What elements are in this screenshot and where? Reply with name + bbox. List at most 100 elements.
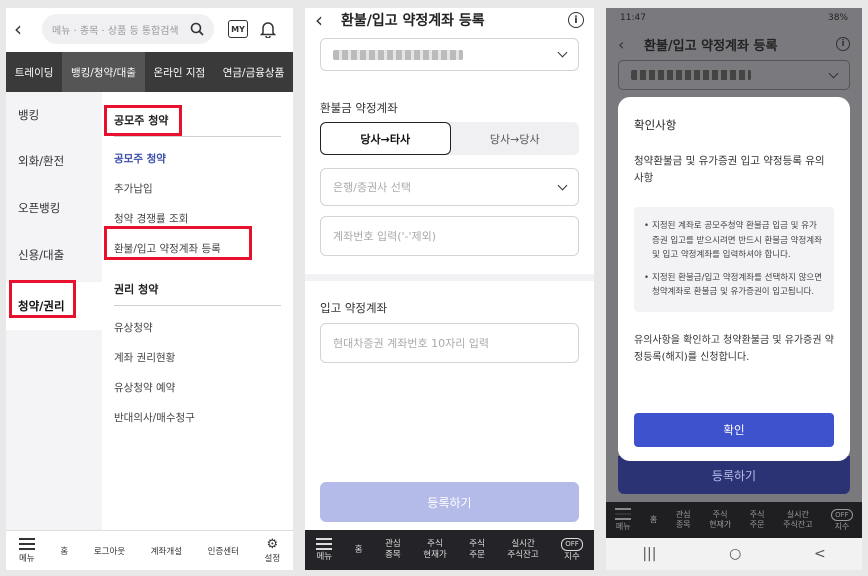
account-placeholder: 계좌번호 입력('-'제외) bbox=[333, 230, 437, 243]
nav-watchlist[interactable]: 관심 종목 bbox=[667, 510, 700, 530]
option-to-other[interactable]: 당사→타사 bbox=[320, 122, 451, 155]
submenu-additional[interactable]: 추가납입 bbox=[114, 173, 281, 203]
deposit-account-input[interactable]: 현대차증권 계좌번호 10자리 입력 bbox=[320, 323, 579, 363]
section-title-rights: 권리 청약 bbox=[114, 281, 281, 306]
register-screen: ‹ 환불/입고 약정계좌 등록 i 환불금 약정계좌 당사→타사 당사→당사 은… bbox=[305, 8, 594, 570]
tab-trading[interactable]: 트레이딩 bbox=[6, 52, 62, 92]
refund-account-label: 환불금 약정계좌 bbox=[320, 101, 398, 115]
nav-order[interactable]: 주식 주문 bbox=[458, 539, 496, 561]
back-icon[interactable]: ‹ bbox=[14, 17, 34, 41]
off-badge: OFF bbox=[561, 537, 583, 551]
nav-index-label: 지수 bbox=[834, 521, 850, 531]
submenu-appraisal[interactable]: 반대의사/매수청구 bbox=[114, 402, 281, 432]
confirm-button[interactable]: 확인 bbox=[634, 413, 834, 447]
nav-menu[interactable]: 메뉴 bbox=[606, 508, 641, 532]
recents-icon[interactable]: ||| bbox=[642, 546, 656, 562]
register-button[interactable]: 등록하기 bbox=[618, 456, 850, 494]
account-select[interactable] bbox=[618, 60, 850, 90]
masked-account bbox=[631, 70, 751, 80]
category-tabs: 트레이딩 뱅킹/청약/대출 온라인 지점 연금/금융상품 bbox=[6, 52, 293, 92]
tab-pension[interactable]: 연금/금융상품 bbox=[214, 52, 293, 92]
option-to-same[interactable]: 당사→당사 bbox=[451, 122, 580, 155]
nav-price[interactable]: 주식 현재가 bbox=[412, 539, 458, 561]
bottom-home[interactable]: 홈 bbox=[48, 545, 81, 557]
bank-placeholder: 은행/증권사 선택 bbox=[333, 181, 412, 194]
nav-balance[interactable]: 실시간 주식잔고 bbox=[774, 510, 822, 530]
header: ‹ 환불/입고 약정계좌 등록 i bbox=[305, 8, 594, 32]
side-item-fx[interactable]: 외화/환전 bbox=[6, 137, 102, 184]
nav-home[interactable]: 홈 bbox=[344, 545, 374, 556]
tab-online-branch[interactable]: 온라인 지점 bbox=[145, 52, 214, 92]
modal-footer-text: 유의사항을 확인하고 청약환불금 및 유가증권 약정등록(해지)를 신청합니다. bbox=[634, 334, 834, 363]
nav-watchlist[interactable]: 관심 종목 bbox=[374, 539, 412, 561]
bottom-open-account[interactable]: 계좌개설 bbox=[138, 545, 195, 557]
notice-item: 지정된 계좌로 공모주청약 환불금 입금 및 유가증권 입고를 받으시려면 반드… bbox=[644, 219, 824, 263]
system-nav-bar: ||| ○ < bbox=[606, 538, 862, 570]
bell-icon[interactable] bbox=[260, 20, 276, 38]
highlight-ipo-title bbox=[104, 105, 182, 136]
highlight-subscription bbox=[9, 280, 76, 318]
submenu: 공모주 청약 공모주 청약 추가납입 청약 경쟁률 조회 환불/입고 약정계좌 … bbox=[102, 92, 293, 530]
page-title: 환불/입고 약정계좌 등록 bbox=[644, 38, 778, 54]
nav-balance[interactable]: 실시간 주식잔고 bbox=[496, 539, 550, 561]
deposit-account-label: 입고 약정계좌 bbox=[320, 301, 388, 315]
bottom-settings[interactable]: ⚙ 설정 bbox=[252, 537, 293, 564]
bottom-menu-label: 메뉴 bbox=[18, 553, 35, 564]
quick-nav: 메뉴 홈 관심 종목 주식 현재가 주식 주문 실시간 주식잔고 OFF 지수 bbox=[305, 530, 594, 570]
hamburger-icon bbox=[615, 508, 632, 520]
tab-banking[interactable]: 뱅킹/청약/대출 bbox=[62, 52, 145, 92]
back-nav-icon[interactable]: < bbox=[814, 546, 826, 562]
transfer-type-toggle: 당사→타사 당사→당사 bbox=[320, 122, 579, 155]
back-icon[interactable]: ‹ bbox=[315, 8, 335, 32]
bottom-auth-center[interactable]: 인증센터 bbox=[195, 545, 252, 557]
info-icon[interactable]: i bbox=[568, 12, 584, 28]
search-bar: ‹ 메뉴 · 종목 · 상품 등 통합검색 MY bbox=[6, 8, 293, 50]
account-select[interactable] bbox=[320, 38, 579, 71]
search-icon[interactable] bbox=[190, 22, 204, 36]
chevron-down-icon bbox=[557, 47, 568, 58]
modal-title: 확인사항 bbox=[634, 118, 677, 132]
search-input[interactable]: 메뉴 · 종목 · 상품 등 통합검색 bbox=[42, 14, 214, 44]
nav-price[interactable]: 주식 현재가 bbox=[700, 510, 741, 530]
deposit-placeholder: 현대차증권 계좌번호 10자리 입력 bbox=[333, 337, 490, 350]
side-item-loan[interactable]: 신용/대출 bbox=[6, 231, 102, 278]
nav-index[interactable]: OFF 지수 bbox=[822, 508, 862, 532]
hamburger-icon bbox=[18, 537, 35, 550]
gear-icon: ⚙ bbox=[266, 537, 279, 552]
nav-menu-label: 메뉴 bbox=[316, 551, 333, 562]
nav-order[interactable]: 주식 주문 bbox=[741, 510, 774, 530]
nav-home[interactable]: 홈 bbox=[641, 515, 667, 525]
off-badge: OFF bbox=[831, 508, 853, 521]
bottom-bar: 메뉴 홈 로그아웃 계좌개설 인증센터 ⚙ 설정 bbox=[6, 530, 293, 570]
submenu-rights-reserve[interactable]: 유상청약 예약 bbox=[114, 372, 281, 402]
page-title: 환불/입고 약정계좌 등록 bbox=[341, 13, 485, 29]
battery-level: 38% bbox=[827, 13, 848, 23]
nav-menu[interactable]: 메뉴 bbox=[305, 537, 344, 563]
quick-nav: 메뉴 홈 관심 종목 주식 현재가 주식 주문 실시간 주식잔고 OFF 지수 bbox=[606, 502, 862, 538]
submenu-ipo[interactable]: 공모주 청약 bbox=[114, 143, 281, 173]
account-number-input[interactable]: 계좌번호 입력('-'제외) bbox=[320, 216, 579, 256]
nav-index[interactable]: OFF 지수 bbox=[550, 537, 594, 563]
home-icon[interactable]: ○ bbox=[729, 546, 741, 562]
status-bar: 11:47 38% bbox=[606, 8, 862, 28]
bottom-menu[interactable]: 메뉴 bbox=[6, 537, 48, 564]
register-button[interactable]: 등록하기 bbox=[320, 482, 579, 522]
side-item-banking[interactable]: 뱅킹 bbox=[6, 92, 102, 137]
back-icon[interactable]: ‹ bbox=[618, 35, 638, 54]
my-icon[interactable]: MY bbox=[228, 20, 248, 38]
submenu-rights-offering[interactable]: 유상청약 bbox=[114, 312, 281, 342]
side-item-open-banking[interactable]: 오픈뱅킹 bbox=[6, 184, 102, 231]
section-divider bbox=[305, 274, 594, 281]
notice-item: 지정된 환불금/입고 약정계좌를 선택하지 않으면 청약계좌로 환불금 및 유가… bbox=[644, 271, 824, 300]
info-icon[interactable]: i bbox=[836, 37, 850, 51]
bottom-logout[interactable]: 로그아웃 bbox=[81, 545, 138, 557]
submenu-rights-status[interactable]: 계좌 권리현황 bbox=[114, 342, 281, 372]
bottom-settings-label: 설정 bbox=[264, 554, 281, 564]
modal-subtitle: 청약환불금 및 유가증권 입고 약정등록 유의사항 bbox=[634, 155, 825, 184]
confirm-modal: 확인사항 청약환불금 및 유가증권 입고 약정등록 유의사항 지정된 계좌로 공… bbox=[618, 97, 850, 461]
search-placeholder: 메뉴 · 종목 · 상품 등 통합검색 bbox=[52, 25, 179, 37]
chevron-down-icon bbox=[828, 68, 839, 78]
highlight-refund-account bbox=[104, 226, 252, 260]
confirm-dialog-screen: 11:47 38% ‹ 환불/입고 약정계좌 등록 i 등록하기 확인사항 청약… bbox=[606, 8, 862, 570]
bank-select[interactable]: 은행/증권사 선택 bbox=[320, 168, 579, 206]
